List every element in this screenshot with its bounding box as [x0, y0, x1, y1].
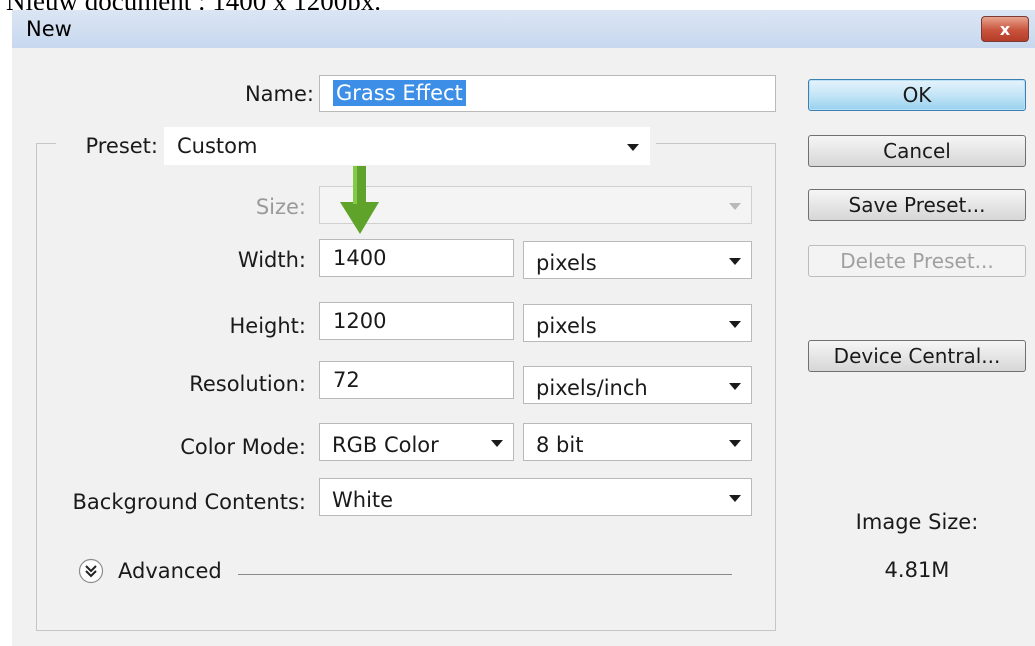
bit-depth-select[interactable]: 8 bit — [523, 423, 752, 461]
image-size-label: Image Size: — [855, 510, 979, 534]
name-label: Name: — [244, 82, 314, 106]
name-input[interactable]: Grass Effect — [319, 75, 776, 112]
delete-preset-button: Delete Preset... — [808, 245, 1026, 277]
chevron-down-icon — [729, 383, 741, 390]
background-value: White — [332, 488, 394, 512]
cancel-button[interactable]: Cancel — [808, 135, 1026, 167]
image-size-value: 4.81M — [884, 558, 950, 582]
chevron-down-icon — [729, 495, 741, 502]
window-title: New — [26, 17, 72, 41]
save-preset-button[interactable]: Save Preset... — [808, 189, 1026, 221]
resolution-input[interactable]: 72 — [319, 361, 514, 399]
height-input-value: 1200 — [333, 309, 387, 333]
advanced-label[interactable]: Advanced — [118, 559, 222, 583]
chevron-double-down-icon[interactable] — [78, 558, 104, 584]
width-input-value: 1400 — [333, 246, 387, 270]
advanced-divider — [238, 574, 732, 575]
color-mode-value: RGB Color — [332, 433, 439, 457]
chevron-down-icon — [729, 258, 741, 265]
height-input[interactable]: 1200 — [319, 302, 514, 340]
height-unit-value: pixels — [536, 314, 597, 338]
height-unit-select[interactable]: pixels — [523, 304, 752, 342]
preset-label: Preset: — [85, 134, 158, 158]
height-label: Height: — [229, 314, 307, 338]
size-select — [319, 186, 752, 224]
color-mode-label: Color Mode: — [180, 435, 306, 459]
device-central-button[interactable]: Device Central... — [808, 340, 1026, 372]
preset-select[interactable]: Custom — [164, 127, 650, 165]
chevron-down-icon — [491, 440, 503, 447]
close-button[interactable]: x — [981, 16, 1029, 42]
width-unit-select[interactable]: pixels — [523, 241, 752, 279]
title-bar: New x — [12, 10, 1035, 49]
close-icon: x — [999, 19, 1011, 39]
background-label: Background Contents: — [72, 490, 307, 514]
chevron-down-icon — [729, 321, 741, 328]
name-input-value: Grass Effect — [333, 80, 466, 106]
bit-depth-value: 8 bit — [536, 433, 584, 457]
ok-button[interactable]: OK — [808, 79, 1026, 111]
color-mode-select[interactable]: RGB Color — [319, 423, 514, 461]
background-select[interactable]: White — [319, 478, 752, 516]
resolution-unit-select[interactable]: pixels/inch — [523, 366, 752, 404]
preset-select-value: Custom — [177, 134, 258, 158]
width-input[interactable]: 1400 — [319, 239, 514, 277]
resolution-label: Resolution: — [189, 372, 306, 396]
chevron-down-icon — [627, 144, 639, 151]
chevron-down-icon — [729, 203, 741, 210]
width-unit-value: pixels — [536, 251, 597, 275]
size-label: Size: — [255, 195, 306, 219]
chevron-down-icon — [729, 440, 741, 447]
width-label: Width: — [237, 248, 306, 272]
resolution-input-value: 72 — [333, 368, 360, 392]
down-arrow-icon — [340, 166, 379, 234]
resolution-unit-value: pixels/inch — [536, 376, 648, 400]
new-document-dialog: Name: Grass Effect Preset: Custom Size: … — [12, 48, 1035, 646]
